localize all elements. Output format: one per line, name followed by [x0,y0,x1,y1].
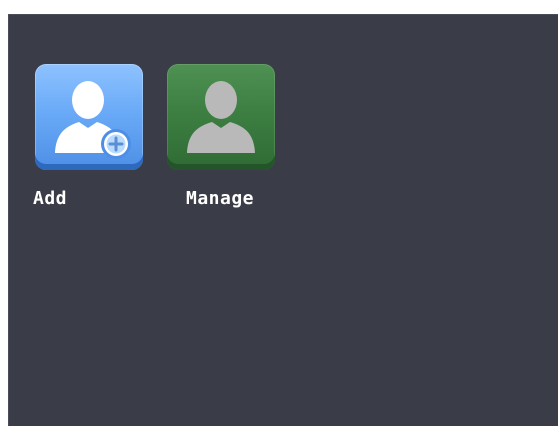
manage-users-label[interactable]: Manage [165,188,275,210]
main-screen: Add Manage [8,14,558,426]
add-user-app[interactable]: Add [33,64,145,214]
add-user-tile[interactable] [35,64,143,170]
manage-users-tile[interactable] [167,64,275,170]
manage-users-app[interactable]: Manage [167,64,277,214]
add-user-label[interactable]: Add [0,188,105,210]
